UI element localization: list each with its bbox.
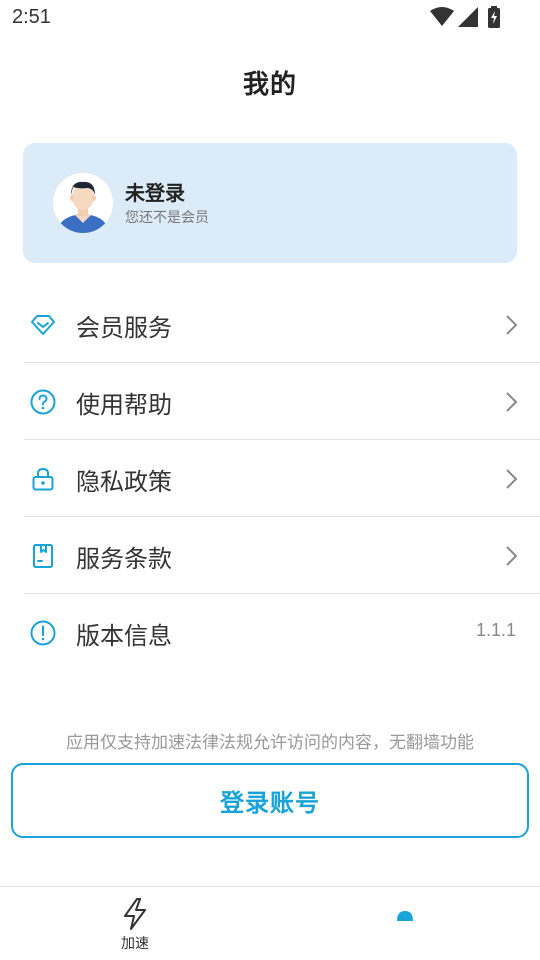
nav-item-profile[interactable] [390, 897, 420, 927]
avatar [53, 173, 113, 233]
wifi-icon [430, 7, 454, 27]
chevron-right-icon [504, 545, 518, 567]
profile-card[interactable]: 未登录 您还不是会员 [23, 143, 517, 263]
document-icon [30, 543, 56, 569]
lightning-icon [105, 897, 165, 931]
login-button[interactable]: 登录账号 [11, 763, 529, 838]
cell-signal-icon [458, 7, 478, 27]
menu-item-label: 使用帮助 [76, 391, 172, 419]
battery-icon [488, 6, 500, 28]
disclaimer-text: 应用仅支持加速法律法规允许访问的内容，无翻墙功能 [66, 733, 474, 753]
nav-item-speed[interactable]: 加速 [105, 897, 165, 957]
chevron-right-icon [504, 468, 518, 490]
menu-item-terms[interactable]: 服务条款 [24, 517, 540, 594]
info-circle-icon [30, 620, 56, 646]
menu-item-label: 版本信息 [76, 622, 172, 650]
profile-subtitle: 您还不是会员 [125, 210, 209, 226]
version-value: 1.1.1 [475, 620, 516, 640]
diamond-icon [30, 312, 56, 338]
menu-item-membership[interactable]: 会员服务 [24, 286, 540, 363]
page-title: 我的 [242, 70, 297, 100]
status-bar: 2:51 [0, 0, 540, 36]
lock-icon [30, 466, 56, 492]
bottom-nav: 加速 [0, 886, 540, 960]
menu-item-label: 服务条款 [76, 545, 172, 573]
menu-item-help[interactable]: 使用帮助 [24, 363, 540, 440]
status-time: 2:51 [12, 6, 51, 28]
chevron-right-icon [504, 314, 518, 336]
menu-item-version[interactable]: 版本信息 1.1.1 [24, 594, 540, 671]
menu-item-privacy[interactable]: 隐私政策 [24, 440, 540, 517]
question-circle-icon [30, 389, 56, 415]
nav-item-label: 加速 [121, 936, 149, 952]
profile-name: 未登录 [125, 181, 185, 205]
menu-list: 会员服务 使用帮助 隐私政策 服务条款 版本信息 1.1.1 [24, 286, 540, 671]
login-button-label: 登录账号 [220, 789, 320, 817]
status-icons [430, 6, 500, 28]
screen: 2:51 我的 未登录 您还不是会员 会员服务 使用帮助 隐私政策 服务条款 版… [0, 0, 540, 960]
menu-item-label: 会员服务 [76, 314, 172, 342]
profile-icon [390, 897, 420, 927]
chevron-right-icon [504, 391, 518, 413]
menu-item-label: 隐私政策 [76, 468, 172, 496]
